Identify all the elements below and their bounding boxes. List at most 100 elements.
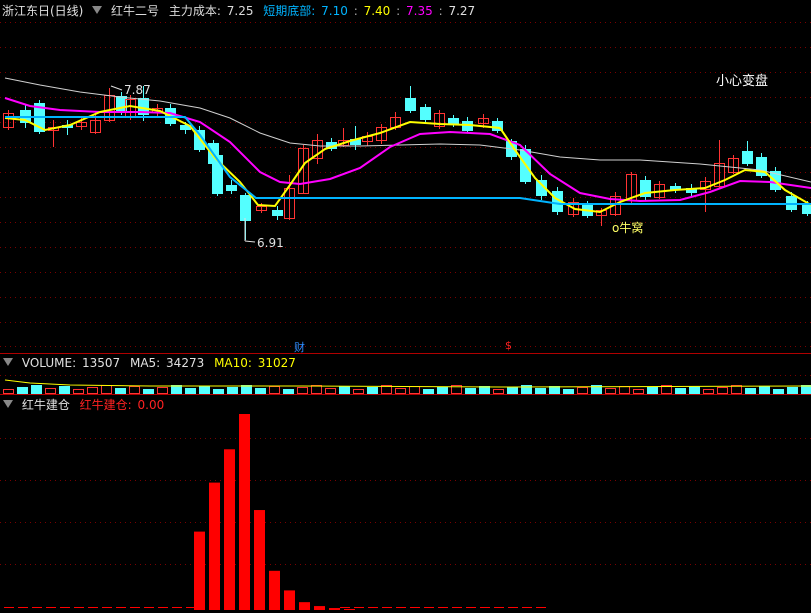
candle [670,183,681,193]
volume-bar [73,389,84,394]
indicator-bar [194,531,205,610]
candle-body [272,210,283,216]
volume-bar [437,387,448,394]
volume-bar [367,387,378,394]
short-bottom-value-4: 7.27 [448,4,476,18]
indicator-bar [224,449,235,610]
volume-bar [605,388,616,394]
main-cost-value: 7.25 [226,4,254,18]
ma-yellow-line [4,104,811,214]
volume-bar [577,387,588,394]
volume-bar [353,389,364,394]
candle-body [802,205,811,214]
volume-bar [227,387,238,394]
collapse-triangle-icon[interactable] [2,398,14,410]
indicator-series-value: 0.00 [137,398,165,412]
volume-bar [101,385,112,394]
volume-bar [325,388,336,394]
volume-bar [3,389,14,394]
volume-value: 13507 [81,356,121,370]
candle [62,120,73,135]
extreme-pointers [110,85,256,243]
niuwo-text: o牛窝 [612,221,644,235]
volume-bar [521,385,532,394]
low-pointer [244,240,256,243]
volume-bar [395,388,406,394]
volume-bar [17,387,28,394]
candle-body [240,195,251,221]
volume-bar [45,388,56,394]
volume-header: VOLUME: 13507 MA5: 34273 MA10: 31027 [0,354,298,372]
indicator-bar [344,609,355,610]
candle [728,155,739,174]
indicator-bar [299,602,310,610]
candle [272,206,283,220]
short-bottom-value-3: 7.35 [406,4,433,18]
high-price-label: 7.87 [124,83,151,97]
candle [434,110,445,129]
candle [756,153,767,178]
collapse-triangle-icon[interactable] [2,356,14,368]
candle [405,86,416,113]
candle-body [226,185,237,191]
chart-window: 浙江东日(日线) 红牛二号 主力成本: 7.25 短期底部: 7.10 : 7.… [0,0,811,613]
main-cost-label: 主力成本: [168,4,221,18]
volume-indicator-separator [0,394,811,395]
ma10-label: MA10: [214,356,252,370]
volume-bar [633,389,644,394]
volume-bar [87,387,98,394]
volume-bar [157,387,168,394]
volume-bar [647,387,658,394]
volume-bar [703,389,714,394]
warning-text: 小心变盘 [716,74,769,89]
collapse-triangle-icon[interactable] [91,4,103,16]
ma5-label: MA5: [129,356,161,370]
indicator-series-label: 红牛建仓: [79,398,132,412]
volume-bar [297,387,308,394]
volume-bar [759,386,770,394]
indicator-panel-name[interactable]: 红牛建仓 [22,398,70,412]
chart-canvas[interactable] [0,0,811,613]
ma5-value: 34273 [166,356,205,370]
volume-bar [619,386,630,394]
dollar-marker[interactable]: $ [505,339,512,352]
high-pointer [110,85,123,91]
short-bottom-label: 短期底部: [263,4,316,18]
indicator-bar [209,482,220,610]
indicator-bar [284,590,295,610]
low-price-label: 6.91 [257,236,284,250]
volume-bar [787,387,798,394]
short-bottom-value-1: 7.10 [321,4,348,18]
volume-bar [409,386,420,394]
indicator-name[interactable]: 红牛二号 [111,4,159,18]
indicator-header: 红牛建仓 红牛建仓: 0.00 [0,396,166,414]
indicator-bars [4,414,546,610]
volume-bar [269,386,280,394]
volume-bar [717,387,728,394]
candle-body [420,107,431,120]
volume-bar [31,385,42,394]
indicator-bar [314,606,325,610]
ma10-value: 31027 [257,356,296,370]
volume-bar [59,386,70,394]
volume-bar [129,386,140,394]
volume-bar [199,386,210,394]
indicator-bar [254,510,265,610]
candle [48,120,59,147]
candle [742,141,753,166]
indicator-bar [239,414,250,610]
candle [420,104,431,124]
short-bottom-value-2: 7.40 [363,4,391,18]
candle [362,132,373,146]
volume-bar [507,387,518,394]
candle-body [742,151,753,164]
candle [3,110,14,130]
indicator-bar [269,570,280,610]
volume-bar [689,386,700,394]
stock-title[interactable]: 浙江东日(日线) [2,4,83,18]
candle [640,176,651,200]
volume-bar [339,386,350,394]
volume-ma-line [4,379,811,388]
candle [654,181,665,199]
volume-label: VOLUME: [21,356,77,370]
